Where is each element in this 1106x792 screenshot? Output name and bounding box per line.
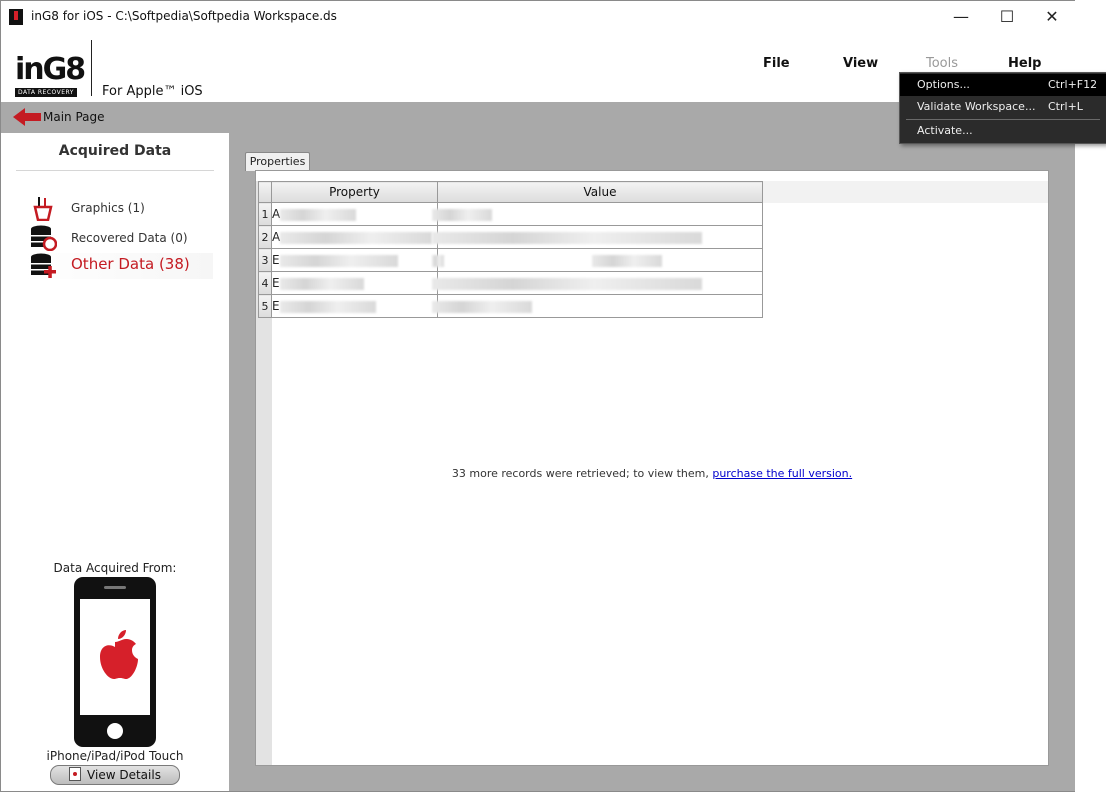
value-cell [432, 225, 763, 249]
table-row[interactable]: 2 A [258, 225, 763, 249]
redacted-text [432, 231, 702, 244]
row-number: 3 [258, 248, 272, 272]
row-number: 1 [258, 202, 272, 226]
content-area: Properties Property Value 1 A 2 A 3 E 4 … [229, 133, 1075, 791]
sidebar-item-label: Recovered Data (0) [71, 231, 188, 245]
properties-table: Property Value 1 A 2 A 3 E 4 E 5 E [258, 181, 763, 318]
redacted-text [280, 231, 433, 244]
brush-cup-icon [29, 195, 57, 222]
menu-item-activate[interactable]: Activate... [900, 120, 1106, 142]
menu-view[interactable]: View [843, 56, 878, 71]
tab-properties[interactable]: Properties [245, 152, 310, 171]
sidebar-item-label: Other Data (38) [71, 255, 190, 273]
redacted-text [432, 208, 492, 221]
column-header-value[interactable]: Value [437, 181, 763, 203]
property-cell: A [271, 225, 438, 249]
value-cell [432, 248, 763, 272]
acquired-data-title: Acquired Data [58, 143, 172, 159]
document-icon [69, 767, 82, 781]
view-details-button[interactable]: View Details [50, 765, 180, 785]
sidebar-item-recovered-data[interactable]: Recovered Data (0) [23, 225, 213, 252]
acquired-from-label: Data Acquired From: [53, 561, 177, 575]
app-icon [9, 9, 23, 25]
logo-divider [91, 40, 92, 96]
properties-panel: Property Value 1 A 2 A 3 E 4 E 5 E 33 mo… [255, 170, 1049, 766]
redacted-text [280, 208, 357, 221]
apple-icon [100, 630, 138, 679]
device-label: iPhone/iPad/iPod Touch [46, 749, 184, 763]
tools-dropdown-menu: Options... Ctrl+F12 Validate Workspace..… [899, 72, 1106, 144]
value-cell [432, 294, 763, 318]
menu-file[interactable]: File [763, 56, 790, 71]
redacted-text [432, 277, 702, 290]
maximize-button[interactable]: ☐ [984, 1, 1030, 32]
back-arrow-icon[interactable] [13, 108, 41, 127]
logo-text: inG8 [15, 52, 86, 87]
table-row[interactable]: 4 E [258, 271, 763, 295]
view-details-label: View Details [87, 768, 161, 782]
redacted-text [279, 300, 376, 313]
purchase-link[interactable]: purchase the full version. [712, 467, 852, 480]
value-cell [432, 271, 763, 295]
redacted-text [432, 300, 532, 313]
redacted-text [279, 254, 398, 267]
title-bar: inG8 for iOS - C:\Softpedia\Softpedia Wo… [1, 1, 1075, 32]
redacted-text [432, 254, 444, 267]
menu-help[interactable]: Help [1008, 56, 1041, 71]
property-cell: A [271, 202, 438, 226]
product-name: For Apple™ iOS [102, 84, 203, 99]
window-title: inG8 for iOS - C:\Softpedia\Softpedia Wo… [31, 9, 337, 23]
table-row[interactable]: 3 E [258, 248, 763, 272]
minimize-button[interactable]: — [938, 1, 984, 32]
sidebar: Acquired Data Graphics (1) Recovered Dat… [1, 133, 229, 791]
sidebar-item-other-data[interactable]: Other Data (38) [23, 253, 213, 279]
row-number: 5 [258, 294, 272, 318]
row-number: 4 [258, 271, 272, 295]
title-divider [16, 170, 214, 171]
database-add-icon [29, 253, 57, 279]
value-cell [432, 202, 763, 226]
property-cell: E [271, 248, 438, 272]
menu-item-validate-workspace[interactable]: Validate Workspace... Ctrl+L [900, 96, 1106, 118]
column-header-property[interactable]: Property [271, 181, 438, 203]
sidebar-item-graphics[interactable]: Graphics (1) [23, 195, 213, 222]
phone-icon [74, 577, 156, 747]
redacted-text [279, 277, 364, 290]
table-row[interactable]: 5 E [258, 294, 763, 318]
row-number: 2 [258, 225, 272, 249]
corner-cell [258, 181, 272, 203]
close-button[interactable]: ✕ [1029, 1, 1075, 32]
property-cell: E [271, 271, 438, 295]
more-records-notice: 33 more records were retrieved; to view … [451, 467, 853, 480]
logo-subtitle: DATA RECOVERY [15, 88, 77, 97]
ing8-logo: inG8 DATA RECOVERY [15, 52, 86, 98]
database-recover-icon [29, 225, 58, 252]
menu-tools[interactable]: Tools [926, 56, 958, 71]
main-page-link[interactable]: Main Page [43, 110, 105, 124]
menu-item-options[interactable]: Options... Ctrl+F12 [900, 74, 1106, 96]
redacted-text [592, 254, 662, 267]
sidebar-item-label: Graphics (1) [71, 201, 145, 215]
table-row[interactable]: 1 A [258, 202, 763, 226]
property-cell: E [271, 294, 438, 318]
